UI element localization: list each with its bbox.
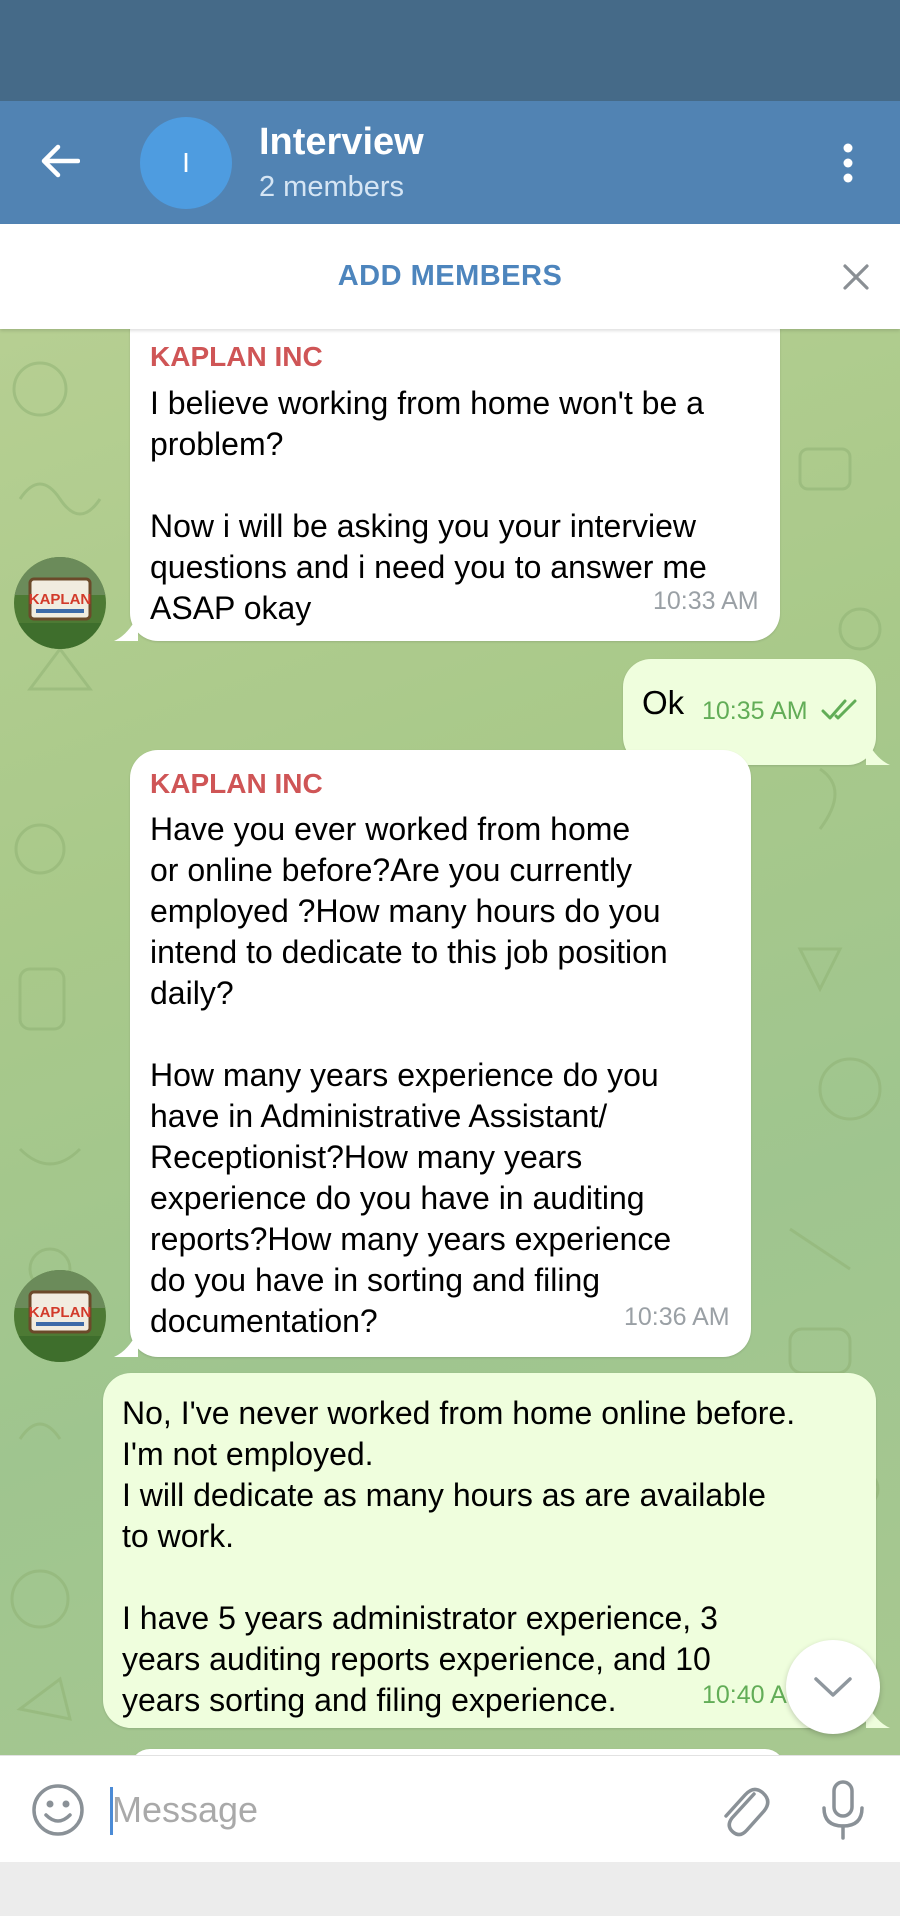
- message-text: Have you ever worked from home or online…: [150, 811, 672, 1339]
- message-time: 10:35 AM: [702, 697, 808, 725]
- sender-avatar[interactable]: KAPLAN: [14, 1270, 106, 1362]
- voice-message-button[interactable]: [818, 1778, 868, 1842]
- status-bar: [0, 0, 900, 101]
- message-list[interactable]: KAPLAN INC I believe working from home w…: [0, 329, 900, 1755]
- message-bubble-outgoing[interactable]: No, I've never worked from home online b…: [103, 1373, 876, 1728]
- message-text: No, I've never worked from home online b…: [122, 1395, 796, 1718]
- message-sender: KAPLAN INC: [150, 341, 323, 372]
- message-sender: KAPLAN INC: [150, 768, 323, 799]
- text-cursor: [110, 1787, 113, 1835]
- chat-title[interactable]: Interview: [259, 121, 424, 164]
- close-icon: [843, 264, 869, 290]
- more-vertical-icon: [843, 143, 853, 183]
- message-time: 10:36 AM: [624, 1303, 730, 1331]
- sender-avatar[interactable]: KAPLAN: [14, 557, 106, 649]
- sign-text: KAPLAN: [29, 1304, 92, 1321]
- smiley-icon: [32, 1784, 84, 1836]
- double-check-icon: [821, 699, 857, 720]
- attach-button[interactable]: [716, 1780, 772, 1840]
- close-banner-button[interactable]: [836, 252, 876, 302]
- system-navigation-bar: [0, 1862, 900, 1916]
- message-composer: [0, 1755, 900, 1863]
- microphone-icon: [822, 1780, 864, 1840]
- group-avatar-letter: I: [182, 147, 190, 178]
- back-button[interactable]: [28, 129, 92, 193]
- kaplan-logo-avatar: KAPLAN: [14, 557, 106, 649]
- message-bubble-incoming[interactable]: KAPLAN INC I believe working from home w…: [130, 329, 780, 641]
- emoji-button[interactable]: [30, 1782, 86, 1838]
- bubble-tail: [866, 739, 890, 765]
- group-avatar[interactable]: I: [140, 117, 232, 209]
- add-members-banner: ADD MEMBERS: [0, 224, 900, 329]
- message-input[interactable]: [110, 1774, 674, 1846]
- message-text: Ok: [642, 684, 685, 721]
- chat-member-count: 2 members: [259, 171, 405, 203]
- bubble-tail: [114, 615, 138, 641]
- message-bubble-incoming[interactable]: KAPLAN INC Have you ever worked from hom…: [130, 750, 751, 1357]
- scroll-to-bottom-button[interactable]: [786, 1640, 880, 1734]
- chat-header: I Interview 2 members: [0, 101, 900, 224]
- paperclip-icon: [724, 1787, 770, 1837]
- arrow-left-icon: [41, 144, 80, 178]
- kaplan-logo-avatar: KAPLAN: [14, 1270, 106, 1362]
- more-options-button[interactable]: [822, 131, 874, 195]
- message-time: 10:40 A: [702, 1681, 787, 1709]
- add-members-button[interactable]: ADD MEMBERS: [0, 224, 900, 329]
- message-time: 10:33 AM: [653, 587, 759, 615]
- sign-text: KAPLAN: [29, 591, 92, 608]
- chevron-down-icon: [814, 1677, 852, 1697]
- bubble-tail: [114, 1331, 138, 1357]
